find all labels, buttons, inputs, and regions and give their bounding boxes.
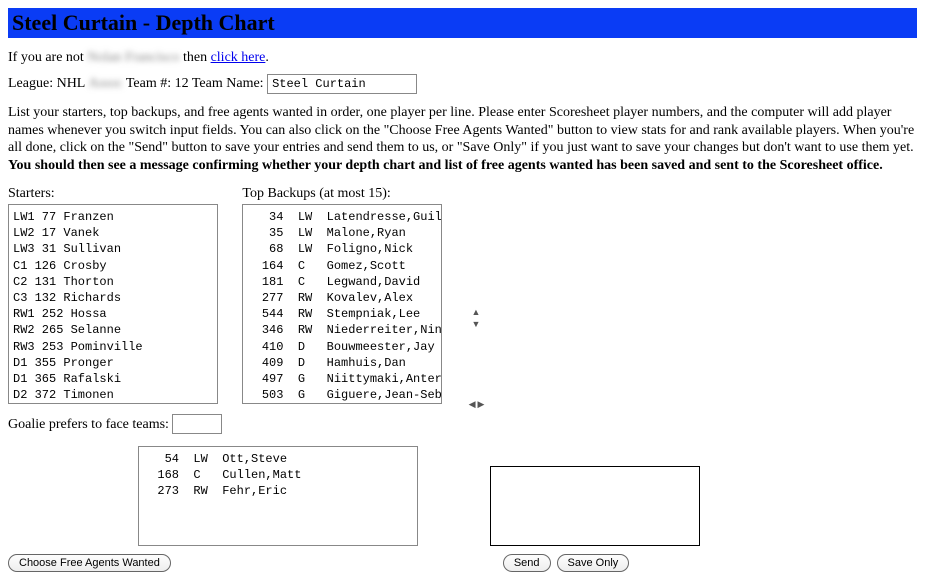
free-agents-textarea[interactable] [138,446,418,546]
click-here-link[interactable]: click here [211,50,266,65]
league-row: League: NHL Assoc Team #: 12 Team Name: [8,74,917,94]
arrow-left-icon[interactable]: ◀ [469,399,478,409]
instructions: List your starters, top backups, and fre… [8,104,917,174]
horizontal-reorder-arrows[interactable]: ◀▶ [469,399,487,410]
arrow-up-icon[interactable]: ▲ [472,307,481,317]
bottom-row [8,446,917,546]
identity-suffix: . [265,50,269,65]
page-title: Steel Curtain - Depth Chart [12,10,913,36]
team-name-label: Team Name: [192,76,264,91]
identity-row: If you are not Nolan Francisco then clic… [8,50,917,66]
goalie-row: Goalie prefers to face teams: [8,414,222,434]
arrow-down-icon[interactable]: ▼ [472,319,481,329]
choose-free-agents-button[interactable]: Choose Free Agents Wanted [8,554,171,572]
team-num: 12 [175,76,189,91]
backups-column: Top Backups (at most 15): ▲ ▼ ◀▶ [242,186,462,409]
identity-mid: then [183,50,211,65]
vertical-reorder-arrows[interactable]: ▲ ▼ [472,307,481,329]
team-name-input[interactable] [267,74,417,94]
title-bar: Steel Curtain - Depth Chart [8,8,917,38]
instructions-bold: You should then see a message confirming… [8,158,883,173]
goalie-input[interactable] [172,414,222,434]
team-num-label: Team #: [126,76,175,91]
arrow-right-icon[interactable]: ▶ [478,399,487,409]
backups-label: Top Backups (at most 15): [242,186,462,202]
starters-label: Starters: [8,186,222,202]
league-label: League: NHL [8,76,88,91]
starters-column: Starters: Goalie prefers to face teams: [8,186,222,434]
identity-name: Nolan Francisco [87,50,179,66]
bottom-buttons: Choose Free Agents Wanted Send Save Only [8,554,917,572]
result-box [490,466,700,546]
starters-textarea[interactable] [8,204,218,404]
goalie-label: Goalie prefers to face teams: [8,417,169,432]
save-only-button[interactable]: Save Only [557,554,630,572]
backups-wrapper: ▲ ▼ ◀▶ [242,204,462,409]
roster-columns: Starters: Goalie prefers to face teams: … [8,186,917,434]
identity-prefix: If you are not [8,50,87,65]
backups-textarea[interactable] [242,204,442,404]
league-code: Assoc [88,76,122,92]
instructions-plain: List your starters, top backups, and fre… [8,105,914,155]
send-button[interactable]: Send [503,554,551,572]
